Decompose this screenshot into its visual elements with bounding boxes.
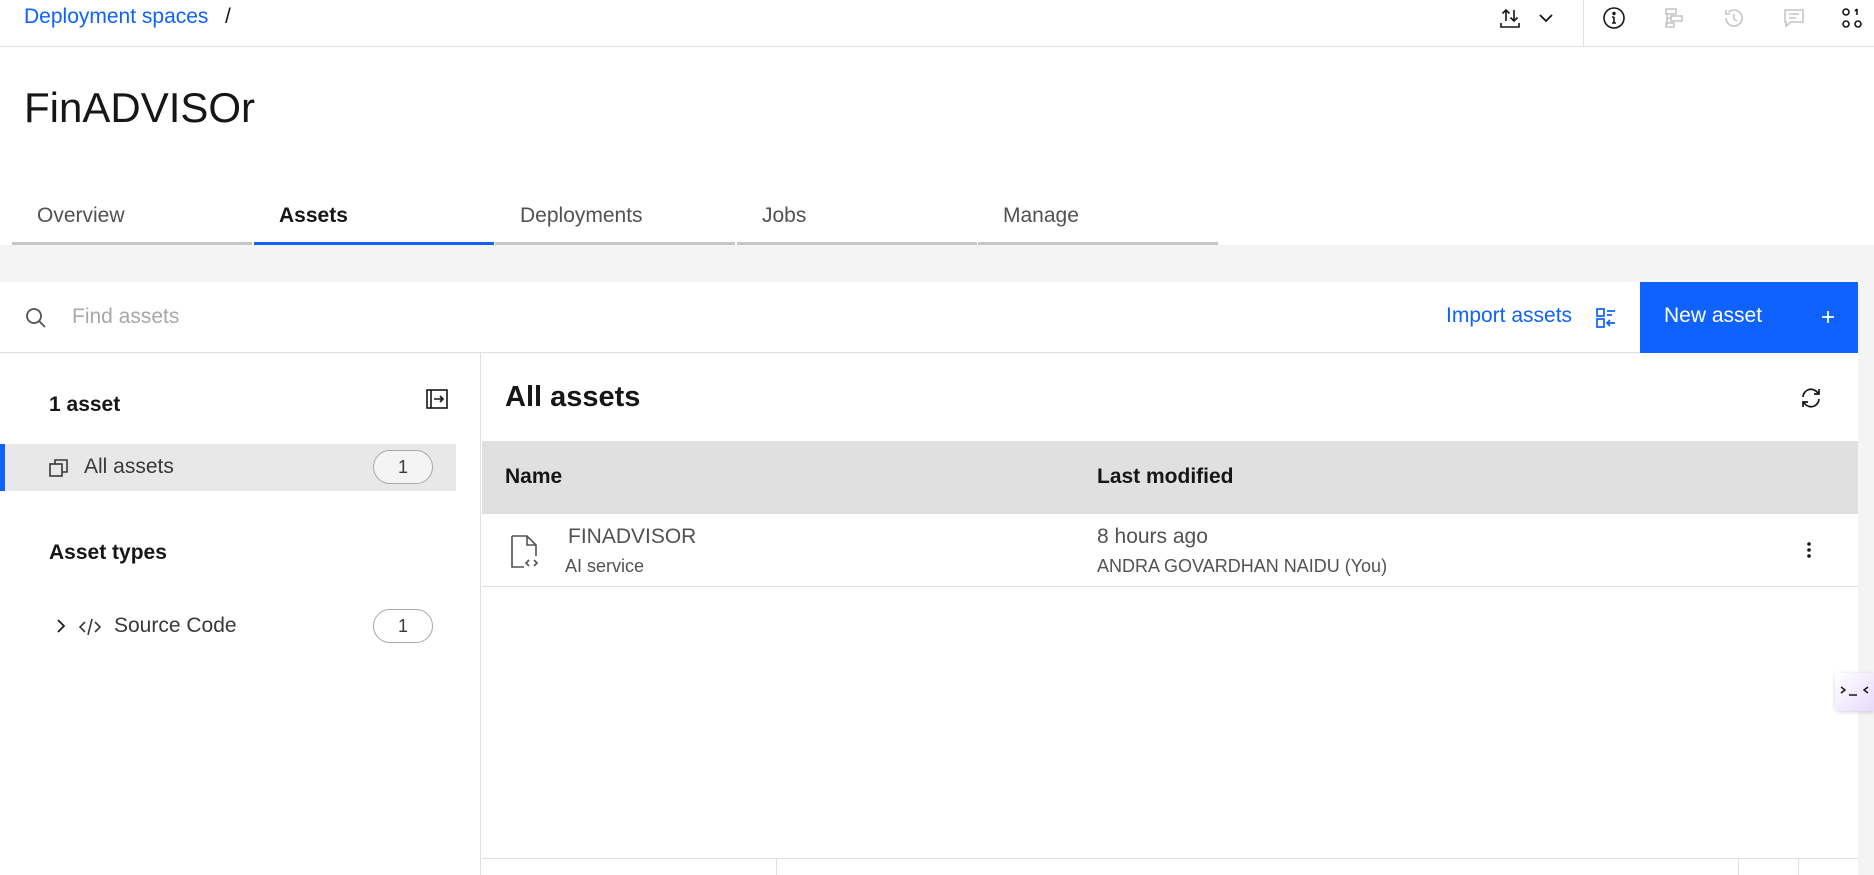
import-assets-button[interactable]: Import assets (1430, 282, 1640, 353)
asset-filter-panel: 1 asset All assets 1 Asset types Source … (0, 353, 481, 875)
tab-overview[interactable]: Overview (12, 198, 252, 245)
tab-deployments[interactable]: Deployments (495, 198, 735, 245)
all-assets-label: All assets (84, 455, 174, 478)
right-gutter (1858, 245, 1874, 875)
search-input[interactable] (72, 297, 1372, 337)
table-row[interactable]: FINADVISOR AI service 8 hours ago ANDRA … (482, 514, 1858, 587)
asset-type: AI service (565, 556, 645, 576)
pagination-separator (776, 858, 777, 875)
last-modified-by: ANDRA GOVARDHAN NAIDU (You) (1097, 556, 1388, 576)
code-icon (78, 615, 102, 639)
asset-types-heading: Asset types (49, 541, 167, 564)
source-code-count: 1 (373, 609, 433, 643)
import-assets-label: Import assets (1446, 304, 1573, 327)
page-title: FinADVISOr (24, 84, 256, 131)
tab-manage[interactable]: Manage (978, 198, 1218, 245)
pagination-divider (482, 858, 1858, 859)
copy-icon (47, 456, 71, 480)
lineage-icon[interactable] (1662, 6, 1686, 30)
sidebar-item-source-code[interactable]: Source Code 1 (0, 603, 456, 650)
search-icon (24, 306, 48, 330)
tab-assets[interactable]: Assets (254, 198, 494, 245)
upload-download-icon[interactable] (1498, 6, 1522, 30)
all-assets-count: 1 (373, 450, 433, 484)
column-name[interactable]: Name (505, 465, 562, 489)
sidebar-item-all-assets[interactable]: All assets 1 (0, 444, 456, 491)
column-last-modified[interactable]: Last modified (1097, 465, 1234, 489)
import-icon (1594, 306, 1618, 330)
content-band (0, 245, 1874, 282)
chevron-right-icon[interactable] (50, 616, 70, 636)
source-code-label: Source Code (114, 614, 237, 637)
apps-icon[interactable] (1840, 6, 1864, 30)
all-assets-title: All assets (505, 381, 641, 413)
source-file-icon (510, 534, 540, 570)
plus-icon (1816, 305, 1840, 329)
table-header: Name Last modified (482, 441, 1858, 514)
info-icon[interactable] (1602, 6, 1626, 30)
chevron-down-icon[interactable] (1534, 6, 1558, 30)
breadcrumb-separator: / (225, 5, 231, 28)
last-modified-time: 8 hours ago (1097, 525, 1208, 548)
overflow-menu-icon[interactable] (1797, 538, 1821, 562)
history-icon[interactable] (1722, 6, 1746, 30)
breadcrumb-deployment-spaces[interactable]: Deployment spaces (24, 5, 208, 29)
new-asset-label: New asset (1664, 304, 1763, 327)
toolbar-divider (1583, 0, 1584, 47)
asset-count: 1 asset (49, 393, 121, 416)
tab-jobs[interactable]: Jobs (737, 198, 977, 245)
comment-icon[interactable] (1782, 6, 1806, 30)
pagination-separator (1798, 858, 1799, 875)
refresh-icon[interactable] (1798, 385, 1824, 411)
asset-name-link[interactable]: FINADVISOR (568, 525, 696, 549)
assistant-chat-button[interactable] (1835, 673, 1874, 711)
collapse-panel-icon[interactable] (425, 387, 449, 411)
new-asset-button[interactable]: New asset (1640, 282, 1858, 353)
asset-toolbar: Import assets New asset (0, 282, 1858, 353)
assets-table-panel: All assets Name Last modified FINADVISOR… (482, 353, 1858, 875)
top-bar: Deployment spaces / (0, 0, 1874, 47)
pagination-separator (1738, 858, 1739, 875)
